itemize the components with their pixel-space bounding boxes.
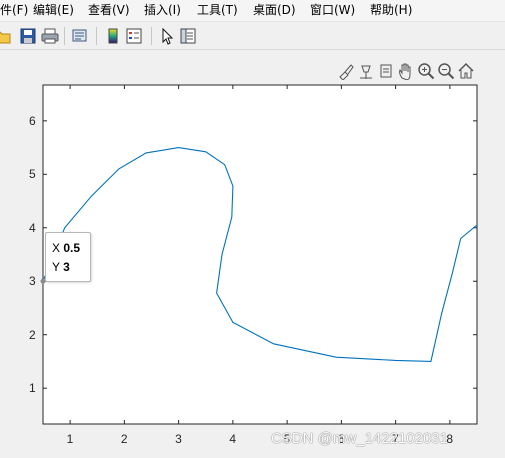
datatip-y-value: 3 [63, 260, 70, 274]
menu-help[interactable]: 帮助(H) [370, 3, 412, 17]
y-tick-label: 1 [29, 381, 36, 396]
toolbar-separator [64, 27, 65, 45]
pointer-icon[interactable] [158, 27, 176, 45]
toolbar-separator [151, 27, 152, 45]
menu-desktop[interactable]: 桌面(D) [253, 3, 296, 17]
figure-toolbar [0, 22, 505, 50]
y-tick-label: 6 [29, 113, 36, 128]
data-tips-icon[interactable] [357, 62, 375, 80]
menu-file[interactable]: 件(F) [0, 3, 28, 17]
x-tick-label: 1 [66, 432, 74, 446]
x-tick-label: 2 [120, 432, 128, 446]
datatip-y-label: Y [52, 260, 60, 274]
datatip-x-row: X 0.5 [52, 241, 80, 255]
toolbar-separator [96, 27, 97, 45]
property-editor-icon[interactable] [179, 27, 197, 45]
legend-icon[interactable] [125, 27, 143, 45]
link-icon[interactable] [377, 62, 395, 80]
y-tick-label: 2 [29, 327, 36, 342]
save-icon[interactable] [19, 27, 37, 45]
y-tick-label: 3 [29, 274, 36, 289]
datatip-y-row: Y 3 [52, 260, 70, 274]
open-folder-icon[interactable] [0, 27, 12, 45]
datatip-x-label: X [52, 241, 61, 255]
print-preview-icon[interactable] [71, 27, 89, 45]
y-tick-label: 4 [29, 220, 36, 235]
menu-bar: 件(F) 编辑(E) 查看(V) 插入(I) 工具(T) 桌面(D) 窗口(W)… [0, 0, 505, 22]
zoom-in-icon[interactable] [417, 62, 435, 80]
menu-edit[interactable]: 编辑(E) [33, 3, 74, 17]
datatip-x-value: 0.5 [63, 241, 81, 255]
datatip[interactable]: X 0.5 Y 3 [45, 232, 91, 282]
menu-tools[interactable]: 工具(T) [197, 3, 238, 17]
watermark: CSDN @mw_1422102031 [271, 430, 448, 447]
menu-window[interactable]: 窗口(W) [310, 3, 355, 17]
zoom-out-icon[interactable] [437, 62, 455, 80]
menu-insert[interactable]: 插入(I) [144, 3, 181, 17]
colorbar-icon[interactable] [104, 27, 122, 45]
brush-icon[interactable] [337, 62, 355, 81]
menu-view[interactable]: 查看(V) [88, 3, 130, 17]
print-icon[interactable] [41, 27, 59, 45]
x-tick-label: 3 [175, 432, 182, 446]
home-icon[interactable] [457, 62, 475, 80]
x-tick-label: 4 [229, 432, 237, 446]
y-tick-label: 5 [29, 167, 36, 182]
pan-icon[interactable] [397, 62, 415, 81]
